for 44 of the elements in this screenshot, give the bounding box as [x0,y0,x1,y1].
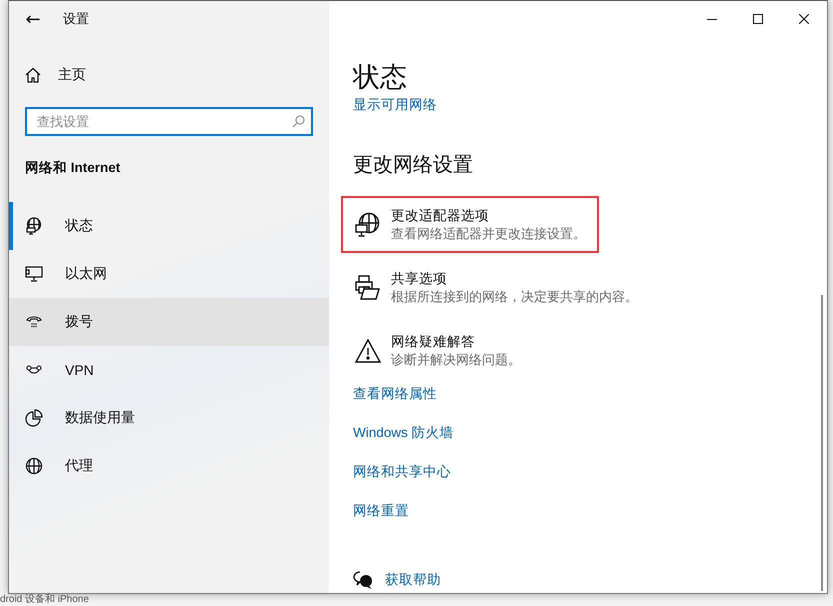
pie-chart-icon [25,409,43,427]
option-description: 查看网络适配器并更改连接设置。 [391,225,586,243]
settings-link[interactable]: 查看网络属性 [353,384,437,404]
printer-folder-icon [355,274,381,300]
settings-option[interactable]: 共享选项 根据所连接到的网络，决定要共享的内容。 [341,259,640,316]
vpn-icon [26,365,42,375]
monitor-icon [25,266,43,282]
option-title: 共享选项 [391,270,448,288]
help-link[interactable]: 获取帮助 [385,571,441,589]
warning-icon [355,338,381,362]
search-icon [292,115,305,128]
window-title: 设置 [63,10,89,28]
option-description: 根据所连接到的网络，决定要共享的内容。 [391,288,638,306]
globe-monitor-icon [355,212,381,238]
nav-item[interactable]: VPN [9,346,329,394]
home-nav-item[interactable]: 主页 [9,51,329,99]
settings-option[interactable]: 网络疑难解答 诊断并解决网络问题。 [341,322,599,379]
show-networks-link[interactable]: 显示可用网络 [353,95,437,115]
close-icon [799,14,809,24]
option-title: 网络疑难解答 [391,333,476,351]
option-description: 诊断并解决网络问题。 [391,351,521,369]
help-chat-icon [353,571,373,589]
phone-icon [26,315,42,329]
nav-item[interactable]: 拨号 [9,298,329,346]
settings-link[interactable]: Windows 防火墙 [353,423,454,443]
nav-item[interactable]: 以太网 [9,250,329,298]
section-heading: 更改网络设置 [353,153,474,178]
home-icon [25,67,41,83]
page-title: 状态 [353,61,408,94]
settings-link[interactable]: 网络重置 [353,501,409,521]
globe-icon [25,457,43,475]
globe-monitor-icon [25,217,43,235]
nav-item[interactable]: 代理 [9,442,329,490]
minimize-icon [707,18,717,20]
nav-item[interactable]: 状态 [9,202,329,250]
back-button[interactable]: ← [9,1,57,37]
option-title: 更改适配器选项 [391,207,490,225]
background-window-text: droid 设备和 iPhone [0,594,89,606]
settings-link[interactable]: 网络和共享中心 [353,462,451,482]
nav-item[interactable]: 数据使用量 [9,394,329,442]
search-field[interactable]: 查找设置 [25,107,313,136]
settings-option[interactable]: 更改适配器选项 查看网络适配器并更改连接设置。 [341,196,599,253]
section-heading: 网络和 Internet [25,159,122,177]
maximize-icon [753,14,763,24]
